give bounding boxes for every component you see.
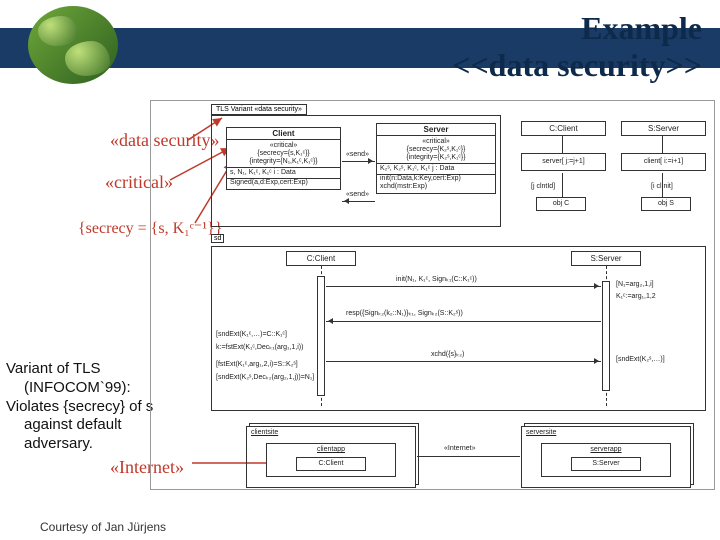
seq-note-r1: [N₁=arg₂,1,i] <box>616 281 654 288</box>
assoc-arrow-1 <box>342 161 375 162</box>
uml-diagram: TLS Variant «data security» Client «crit… <box>150 100 715 490</box>
state-l: server[ j:=j+1] <box>521 153 606 171</box>
dep-c: C:Client <box>296 457 366 471</box>
seq-note-r2: K₁ᶜ:=arg₁,1,2 <box>616 293 656 300</box>
seq-guard-2: k:=fstExt(K₁ᶜ,Decₖ₁(arg₁,1,i)) <box>216 343 303 351</box>
seq-guard-1: [sndExt(K₁ᶜ,…)=C::K₁ᶜ] <box>216 331 287 338</box>
seq-arrow-3 <box>326 361 601 362</box>
server-class-box: Server «critical» {secrecy={K₂ˢ,K₁ᶜ}} {i… <box>376 123 496 194</box>
conn-l2 <box>562 173 563 197</box>
seq-arrow-1 <box>326 286 601 287</box>
slide-header: Example <<data security>> <box>0 0 720 100</box>
server-secrecy: {secrecy={K₂ˢ,K₁ᶜ}} <box>380 146 492 154</box>
server-stereo: «critical» <box>380 138 492 146</box>
conn-l1 <box>562 135 563 153</box>
client-app-label: clientapp <box>270 446 392 454</box>
dep-link <box>417 456 520 457</box>
client-attrs: s, N₁, K₁ᶜ, K₁ᶜ i : Data <box>227 168 340 179</box>
obj-l: obj C <box>536 197 586 211</box>
server-site-label: serversite <box>526 429 556 436</box>
sd-label: sd <box>211 234 224 243</box>
client-app-box: clientapp C:Client <box>266 443 396 477</box>
dep-s: S:Server <box>571 457 641 471</box>
actor-client-box: C:Client <box>521 121 606 136</box>
seq-arrow-2 <box>326 321 601 322</box>
activation-right <box>602 281 610 391</box>
title-line-2: <<data security>> <box>452 47 702 83</box>
seq-msg-1: init(N₁, K₁ᶜ, Signₖ₁(C::K₁ᶜ)) <box>396 275 477 283</box>
slide-footer: Courtesy of Jan Jürjens <box>40 520 166 534</box>
seq-resp-1: resp({Signₖ₂(k₂::N₁)}ₖ₁, Signₖ₂(S::K₂ˢ)) <box>346 309 463 317</box>
seq-guard-3: [fstExt(K₁ᶜ,arg₁,2,i)=S::K₂ˢ] <box>216 361 298 368</box>
server-attrs: K₂ˢ, K₂ˢ, K₁ᶜ, K₁ᶜ j : Data <box>377 164 495 175</box>
logo-image <box>28 6 118 84</box>
client-class-box: Client «critical» {secrecy={s,K₁ᶜ}} {int… <box>226 127 341 190</box>
assoc-send-bot: «send» <box>346 191 369 198</box>
client-integrity: {integrity={N₁,K₁ᶜ,K₁ᶜ}} <box>227 158 340 168</box>
sequence-frame <box>211 246 706 411</box>
slide-content: «data security» «critical» {secrecy = {s… <box>0 100 720 500</box>
title-line-1: Example <box>581 10 702 46</box>
seq-note-r3: [sndExt(K₂ˢ,…)] <box>616 356 665 363</box>
seq-msg-2: xchd({s}ₖ₂) <box>431 350 464 358</box>
assoc-arrow-2 <box>342 201 375 202</box>
seq-right-head: S:Server <box>571 251 641 266</box>
package-tab: TLS Variant «data security» <box>211 104 307 115</box>
obj-r: obj S <box>641 197 691 211</box>
server-app-label: serverapp <box>545 446 667 454</box>
conn-r1 <box>662 135 663 153</box>
link-l: [j clntId] <box>531 183 555 190</box>
actor-server-box: S:Server <box>621 121 706 136</box>
slide-title: Example <<data security>> <box>452 10 702 84</box>
conn-r2 <box>662 173 663 197</box>
server-app-box: serverapp S:Server <box>541 443 671 477</box>
client-title: Client <box>227 128 340 140</box>
client-secrecy: {secrecy={s,K₁ᶜ}} <box>230 150 337 158</box>
client-stereo: «critical» <box>230 142 337 150</box>
seq-guard-4: [sndExt(K₂ˢ,Decₖ₂(arg₂,1,j))=N₁] <box>216 373 314 381</box>
activation-left <box>317 276 325 396</box>
server-title: Server <box>377 124 495 136</box>
seq-left-head: C:Client <box>286 251 356 266</box>
state-r: client[ i:=i+1] <box>621 153 706 171</box>
client-ops: Signed(a,d:Exp,cert:Exp) <box>230 179 337 187</box>
assoc-send-top: «send» <box>346 151 369 158</box>
client-site-label: clientsite <box>251 429 278 436</box>
dep-internet-label: «Internet» <box>444 445 476 452</box>
server-integrity: {integrity={K₂ˢ,K₁ᶜ}} <box>377 154 495 164</box>
server-ops: init(n:Data,k:Key,cert:Exp) xchd(mstr:Ex… <box>380 175 492 191</box>
